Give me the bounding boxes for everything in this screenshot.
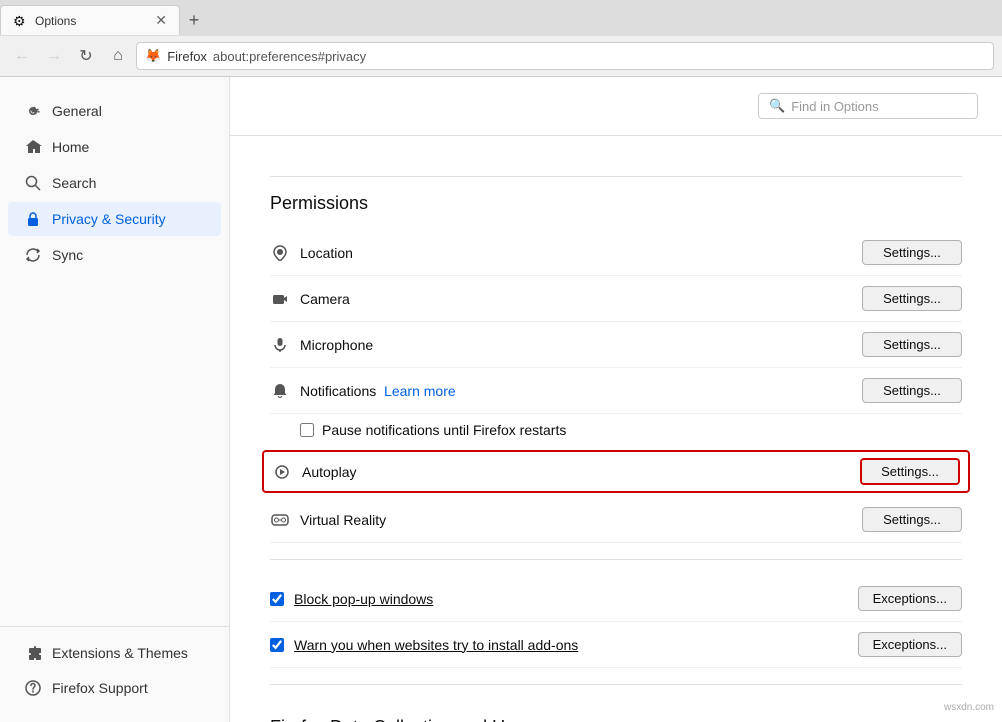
location-label: Location (300, 245, 862, 261)
block-popups-row: Block pop-up windows Exceptions... (270, 576, 962, 622)
new-tab-button[interactable]: + (180, 6, 208, 34)
sidebar-item-search-label: Search (52, 175, 96, 191)
permissions-section-title: Permissions (270, 193, 962, 214)
reload-button[interactable]: ↻ (72, 42, 100, 70)
tab-title: Options (35, 14, 149, 28)
location-icon (270, 243, 290, 263)
sidebar-item-sync[interactable]: Sync (8, 238, 221, 272)
virtual-reality-label: Virtual Reality (300, 512, 862, 528)
vr-settings-button[interactable]: Settings... (862, 507, 962, 532)
warn-addons-row: Warn you when websites try to install ad… (270, 622, 962, 668)
microphone-label: Microphone (300, 337, 862, 353)
notifications-permission-row: Notifications Learn more Settings... (270, 368, 962, 414)
sidebar-item-extensions-label: Extensions & Themes (52, 645, 188, 661)
sidebar-item-privacy[interactable]: Privacy & Security (8, 202, 221, 236)
sync-icon (24, 246, 42, 264)
puzzle-icon (24, 644, 42, 662)
microphone-permission-row: Microphone Settings... (270, 322, 962, 368)
options-tab[interactable]: ⚙ Options ✕ (0, 5, 180, 35)
find-in-options-container[interactable]: 🔍 Find in Options (758, 93, 978, 119)
sidebar-item-support[interactable]: Firefox Support (8, 671, 221, 705)
notifications-label: Notifications Learn more (300, 383, 862, 399)
data-collection-section: Firefox Data Collection and Use We striv… (270, 717, 962, 722)
gear-icon (24, 102, 42, 120)
vr-icon (270, 510, 290, 530)
sidebar-item-home-label: Home (52, 139, 89, 155)
top-divider (270, 176, 962, 177)
address-favicon: 🦊 (145, 48, 161, 64)
tab-close-button[interactable]: ✕ (155, 12, 167, 29)
warn-addons-checkbox[interactable] (270, 638, 284, 652)
main-content: 🔍 Find in Options Permissions Location S… (230, 77, 1002, 722)
sidebar-item-general[interactable]: General (8, 94, 221, 128)
sidebar-item-sync-label: Sync (52, 247, 83, 263)
content-body: Permissions Location Settings... (230, 136, 1002, 722)
block-popups-label: Block pop-up windows (294, 591, 858, 607)
forward-button[interactable]: → (40, 42, 68, 70)
sidebar-item-support-label: Firefox Support (52, 680, 148, 696)
sidebar-item-search[interactable]: Search (8, 166, 221, 200)
notifications-settings-button[interactable]: Settings... (862, 378, 962, 403)
bottom-divider (270, 684, 962, 685)
nav-bar: ← → ↻ ⌂ 🦊 Firefox about:preferences#priv… (0, 36, 1002, 76)
autoplay-label: Autoplay (302, 464, 860, 480)
warn-addons-exceptions-button[interactable]: Exceptions... (858, 632, 962, 657)
home-button[interactable]: ⌂ (104, 42, 132, 70)
camera-label: Camera (300, 291, 862, 307)
sidebar-item-extensions[interactable]: Extensions & Themes (8, 636, 221, 670)
warn-addons-label: Warn you when websites try to install ad… (294, 637, 858, 653)
camera-permission-row: Camera Settings... (270, 276, 962, 322)
page-layout: General Home Search (0, 77, 1002, 722)
virtual-reality-permission-row: Virtual Reality Settings... (270, 497, 962, 543)
sidebar-item-home[interactable]: Home (8, 130, 221, 164)
mid-divider (270, 559, 962, 560)
sidebar-item-general-label: General (52, 103, 102, 119)
camera-icon (270, 289, 290, 309)
find-search-icon: 🔍 (769, 98, 785, 114)
home-icon (24, 138, 42, 156)
browser-chrome: ⚙ Options ✕ + ← → ↻ ⌂ 🦊 Firefox about:pr… (0, 0, 1002, 77)
sidebar-bottom: Extensions & Themes Firefox Support (0, 626, 229, 706)
address-bar[interactable]: 🦊 Firefox about:preferences#privacy (136, 42, 994, 70)
pause-notifications-row: Pause notifications until Firefox restar… (270, 414, 962, 446)
camera-settings-button[interactable]: Settings... (862, 286, 962, 311)
location-settings-button[interactable]: Settings... (862, 240, 962, 265)
block-popups-checkbox[interactable] (270, 592, 284, 606)
autoplay-settings-button[interactable]: Settings... (860, 458, 960, 485)
back-button[interactable]: ← (8, 42, 36, 70)
tab-favicon: ⚙ (13, 13, 29, 29)
location-permission-row: Location Settings... (270, 230, 962, 276)
pause-notifications-label: Pause notifications until Firefox restar… (322, 422, 566, 438)
microphone-settings-button[interactable]: Settings... (862, 332, 962, 357)
autoplay-permission-row-highlighted: Autoplay Settings... (262, 450, 970, 493)
address-domain: Firefox (167, 49, 207, 64)
sidebar: General Home Search (0, 77, 230, 722)
autoplay-icon (272, 462, 292, 482)
watermark: wsxdn.com (944, 702, 994, 713)
tab-bar: ⚙ Options ✕ + (0, 0, 1002, 36)
learn-more-link[interactable]: Learn more (384, 383, 456, 399)
block-popups-exceptions-button[interactable]: Exceptions... (858, 586, 962, 611)
notification-icon (270, 381, 290, 401)
content-header: 🔍 Find in Options (230, 77, 1002, 136)
lock-icon (24, 210, 42, 228)
search-icon (24, 174, 42, 192)
sidebar-item-privacy-label: Privacy & Security (52, 211, 166, 227)
pause-notifications-checkbox[interactable] (300, 423, 314, 437)
help-icon (24, 679, 42, 697)
address-url: about:preferences#privacy (213, 49, 366, 64)
find-in-options-placeholder: Find in Options (791, 99, 878, 114)
microphone-icon (270, 335, 290, 355)
data-collection-title: Firefox Data Collection and Use (270, 717, 962, 722)
